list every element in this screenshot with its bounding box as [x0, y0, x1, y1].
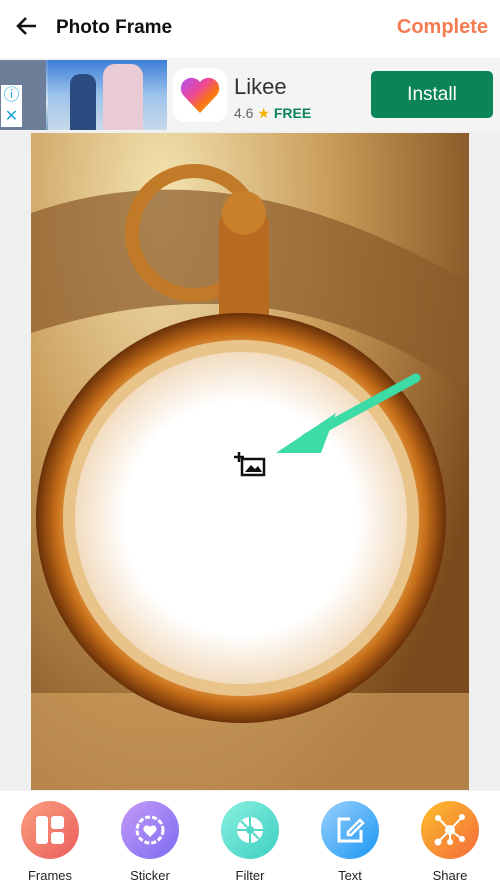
add-photo-icon [234, 452, 266, 477]
ad-banner[interactable]: ⓘ ✕ Likee 4.6 ★ FREE Install [0, 58, 500, 131]
tool-sticker[interactable]: Sticker [100, 792, 200, 888]
ad-image [0, 60, 167, 130]
app-header: Photo Frame Complete [0, 0, 500, 56]
page-title: Photo Frame [56, 17, 173, 38]
add-photo-button[interactable] [233, 450, 267, 478]
frames-icon [36, 816, 64, 844]
tool-label: Share [432, 868, 468, 883]
aperture-icon [237, 817, 263, 843]
info-icon[interactable]: ⓘ [3, 87, 19, 104]
ad-choices[interactable]: ⓘ ✕ [1, 85, 22, 127]
photo-frame[interactable] [31, 133, 469, 790]
close-icon[interactable]: ✕ [5, 108, 18, 125]
edit-icon [337, 817, 365, 843]
sticker-icon [135, 815, 165, 845]
tool-text[interactable]: Text [300, 792, 400, 888]
tool-label: Sticker [130, 868, 170, 883]
star-icon: ★ [257, 105, 270, 121]
tool-label: Frames [27, 868, 73, 883]
arrow-left-icon [16, 17, 36, 35]
app-icon [173, 68, 227, 122]
tool-label: Text [338, 868, 362, 883]
install-button[interactable]: Install [371, 71, 493, 118]
tool-share[interactable]: Share [400, 792, 500, 888]
complete-button[interactable]: Complete [397, 16, 488, 39]
share-icon [434, 814, 465, 846]
likee-logo-icon [180, 77, 220, 113]
tool-label: Filter [235, 868, 265, 883]
canvas-area [0, 131, 500, 791]
tool-filter[interactable]: Filter [200, 792, 300, 888]
back-button[interactable] [16, 14, 42, 42]
ad-rating: 4.6 ★ FREE [234, 105, 312, 121]
tool-frames[interactable]: Frames [0, 792, 100, 888]
ad-app-name: Likee [234, 74, 287, 99]
bottom-toolbar: Frames Sticker Filter Text Share [0, 792, 500, 888]
